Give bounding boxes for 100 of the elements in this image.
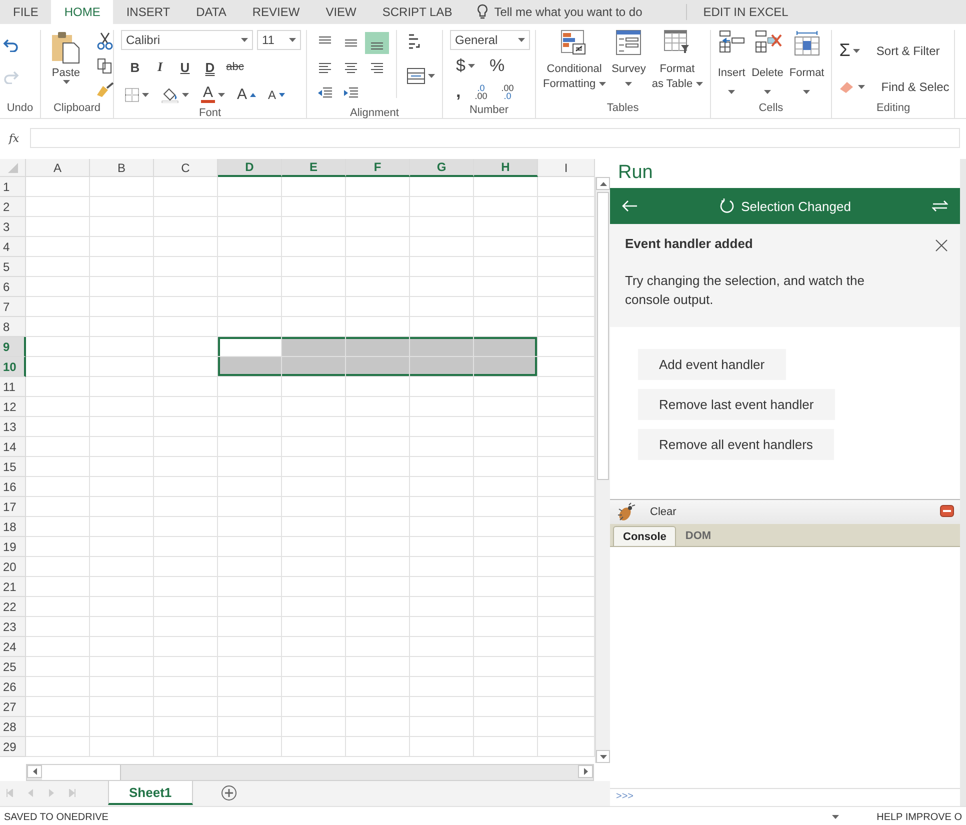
grid-cell[interactable] (26, 737, 90, 757)
ribbon-tab[interactable]: DATA (183, 0, 240, 24)
grid-cell[interactable] (346, 197, 410, 217)
column-header[interactable]: G (410, 159, 474, 177)
ribbon-tab[interactable]: REVIEW (239, 0, 313, 24)
ribbon-tab[interactable]: INSERT (113, 0, 184, 24)
grid-cell[interactable] (410, 177, 474, 197)
grid-cell[interactable] (90, 617, 154, 637)
grid-cell[interactable] (154, 277, 218, 297)
grid-cell[interactable] (474, 697, 538, 717)
grid-cell[interactable] (346, 697, 410, 717)
edit-in-excel-link[interactable]: EDIT IN EXCEL (687, 0, 804, 24)
grid-cell[interactable] (26, 337, 90, 357)
grid-cell[interactable] (346, 377, 410, 397)
grid-cell[interactable] (410, 597, 474, 617)
paste-button[interactable]: Paste (48, 30, 84, 100)
selected-cell[interactable] (474, 337, 538, 357)
grid-cell[interactable] (474, 237, 538, 257)
grid-cell[interactable] (26, 177, 90, 197)
grid-cell[interactable] (26, 597, 90, 617)
grid-cell[interactable] (218, 297, 282, 317)
grid-cell[interactable] (474, 297, 538, 317)
grid-cell[interactable] (90, 197, 154, 217)
grid-cell[interactable] (154, 177, 218, 197)
cells-tool-button[interactable]: Delete (750, 30, 786, 100)
grid-cell[interactable] (26, 557, 90, 577)
font-style-button[interactable]: I (148, 56, 172, 78)
grid-cell[interactable] (410, 277, 474, 297)
grid-cell[interactable] (90, 697, 154, 717)
grid-cell[interactable] (154, 317, 218, 337)
grid-cell[interactable] (90, 497, 154, 517)
grid-cell[interactable] (346, 497, 410, 517)
grid-cell[interactable] (474, 457, 538, 477)
grid-cell[interactable] (282, 197, 346, 217)
grid-cell[interactable] (282, 417, 346, 437)
table-tool-button[interactable]: Survey (610, 30, 648, 91)
grid-cell[interactable] (410, 437, 474, 457)
grid-cell[interactable] (474, 277, 538, 297)
row-header[interactable]: 25 (0, 657, 26, 677)
grid-cell[interactable] (282, 217, 346, 237)
grid-cell[interactable] (26, 477, 90, 497)
grid-cell[interactable] (154, 397, 218, 417)
decrease-decimal-button[interactable]: .00 .0 (499, 82, 516, 102)
grid-cell[interactable] (90, 357, 154, 377)
row-header[interactable]: 7 (0, 297, 26, 317)
grid-cell[interactable] (154, 717, 218, 737)
selected-cell[interactable] (346, 357, 410, 377)
sort-filter-button[interactable]: Sort & Filter (876, 44, 940, 58)
grid-cell[interactable] (154, 237, 218, 257)
grid-cell[interactable] (218, 177, 282, 197)
row-header[interactable]: 18 (0, 517, 26, 537)
grid-cell[interactable] (154, 197, 218, 217)
grid-cell[interactable] (282, 297, 346, 317)
grid-cell[interactable] (90, 437, 154, 457)
grid-cell[interactable] (218, 557, 282, 577)
row-header[interactable]: 16 (0, 477, 26, 497)
grid-cell[interactable] (218, 537, 282, 557)
back-button[interactable] (622, 200, 638, 212)
grid-cell[interactable] (218, 637, 282, 657)
grid-cell[interactable] (90, 457, 154, 477)
row-header[interactable]: 20 (0, 557, 26, 577)
grid-cell[interactable] (154, 657, 218, 677)
grid-cell[interactable] (90, 277, 154, 297)
grid-cell[interactable] (282, 577, 346, 597)
grid-cell[interactable] (90, 377, 154, 397)
grid-cell[interactable] (346, 417, 410, 437)
grid-cell[interactable] (410, 657, 474, 677)
grid-cell[interactable] (26, 497, 90, 517)
grid-cell[interactable] (346, 657, 410, 677)
grid-cell[interactable] (218, 237, 282, 257)
grid-cell[interactable] (282, 537, 346, 557)
grid-cell[interactable] (410, 497, 474, 517)
grid-cell[interactable] (218, 277, 282, 297)
grid-cell[interactable] (474, 257, 538, 277)
grid-cell[interactable] (90, 237, 154, 257)
grid-cell[interactable] (218, 617, 282, 637)
grid-cell[interactable] (26, 377, 90, 397)
row-header[interactable]: 3 (0, 217, 26, 237)
grid-cell[interactable] (90, 597, 154, 617)
grid-cell[interactable] (218, 737, 282, 757)
row-header[interactable]: 8 (0, 317, 26, 337)
grid-cell[interactable] (410, 697, 474, 717)
grid-cell[interactable] (282, 377, 346, 397)
selected-cell[interactable] (218, 357, 282, 377)
grid-cell[interactable] (154, 377, 218, 397)
grid-cell[interactable] (154, 697, 218, 717)
grid-cell[interactable] (346, 257, 410, 277)
cells-tool-button[interactable]: Format (787, 30, 826, 100)
grid-cell[interactable] (474, 517, 538, 537)
grid-cell[interactable] (26, 357, 90, 377)
vertical-align-button[interactable] (365, 32, 389, 54)
grid-cell[interactable] (346, 237, 410, 257)
action-button[interactable]: Remove all event handlers (638, 429, 834, 460)
selected-cell[interactable] (410, 337, 474, 357)
selected-cell[interactable] (282, 357, 346, 377)
scissors-icon[interactable] (95, 30, 115, 52)
grid-cell[interactable] (154, 637, 218, 657)
help-improve-link[interactable]: HELP IMPROVE O (876, 812, 962, 822)
grid-cell[interactable] (474, 437, 538, 457)
grid-cell[interactable] (26, 697, 90, 717)
